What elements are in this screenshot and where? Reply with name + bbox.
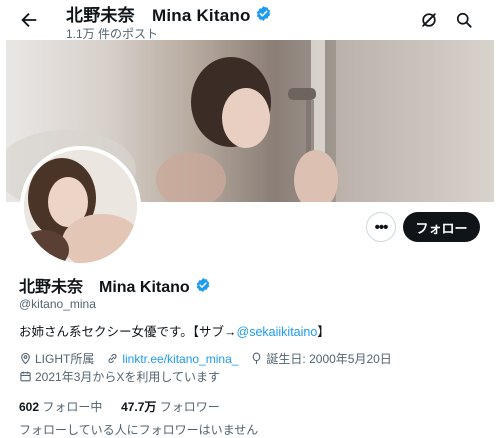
- page-title: 北野未奈 Mina Kitano: [66, 5, 251, 25]
- balloon-icon: [253, 352, 261, 364]
- bio: お姉さん系セクシー女優です。【サブ→@sekaiikitaino】: [19, 321, 330, 340]
- grok-icon[interactable]: [419, 10, 439, 30]
- avatar[interactable]: [20, 146, 141, 267]
- profile-name-row: 北野未奈 Mina Kitano: [19, 273, 211, 297]
- bio-text: お姉さん系セクシー女優です。【サブ→: [19, 325, 237, 339]
- joined-text: 2021年3月からXを利用しています: [35, 370, 221, 384]
- joined-row: 2021年3月からXを利用しています: [19, 368, 220, 385]
- followers-you-know: フォローしている人にフォロワーはいません: [19, 423, 259, 437]
- followers-link[interactable]: 47.7万 フォロワー: [121, 400, 220, 414]
- follow-button[interactable]: フォロー: [403, 212, 480, 242]
- website-link[interactable]: linktr.ee/kitano_mina_: [122, 352, 238, 366]
- following-count: 602: [19, 400, 40, 414]
- more-options-button[interactable]: •••: [366, 212, 396, 242]
- bio-text-end: 】: [317, 325, 330, 339]
- verified-badge-icon[interactable]: [195, 277, 211, 293]
- bio-mention-link[interactable]: @sekaiikitaino: [237, 325, 318, 339]
- following-label: フォロー中: [42, 400, 103, 414]
- top-bar: 北野未奈 Mina Kitano 1.1万 件のポスト: [0, 0, 500, 42]
- handle: @kitano_mina: [19, 297, 96, 311]
- location-icon: [21, 352, 30, 365]
- calendar-icon: [20, 371, 31, 382]
- birthday-text: 誕生日: 2000年5月20日: [266, 352, 392, 366]
- avatar-photo: [24, 150, 137, 263]
- followers-label: フォロワー: [159, 400, 220, 414]
- header-title-block: 北野未奈 Mina Kitano 1.1万 件のポスト: [66, 2, 272, 42]
- verified-badge-icon[interactable]: [255, 5, 272, 22]
- link-icon: [108, 353, 117, 364]
- arrow-left-icon[interactable]: [18, 9, 40, 31]
- follow-stats: 602 フォロー中 47.7万 フォロワー: [19, 398, 220, 415]
- followers-count: 47.7万: [121, 400, 157, 414]
- profile-meta-row: LIGHT所属 linktr.ee/kitano_mina_ 誕生日: 2000…: [19, 350, 392, 367]
- location-text: LIGHT所属: [35, 352, 95, 366]
- display-name: 北野未奈 Mina Kitano: [19, 279, 190, 296]
- following-link[interactable]: 602 フォロー中: [19, 400, 102, 414]
- search-icon[interactable]: [454, 10, 474, 30]
